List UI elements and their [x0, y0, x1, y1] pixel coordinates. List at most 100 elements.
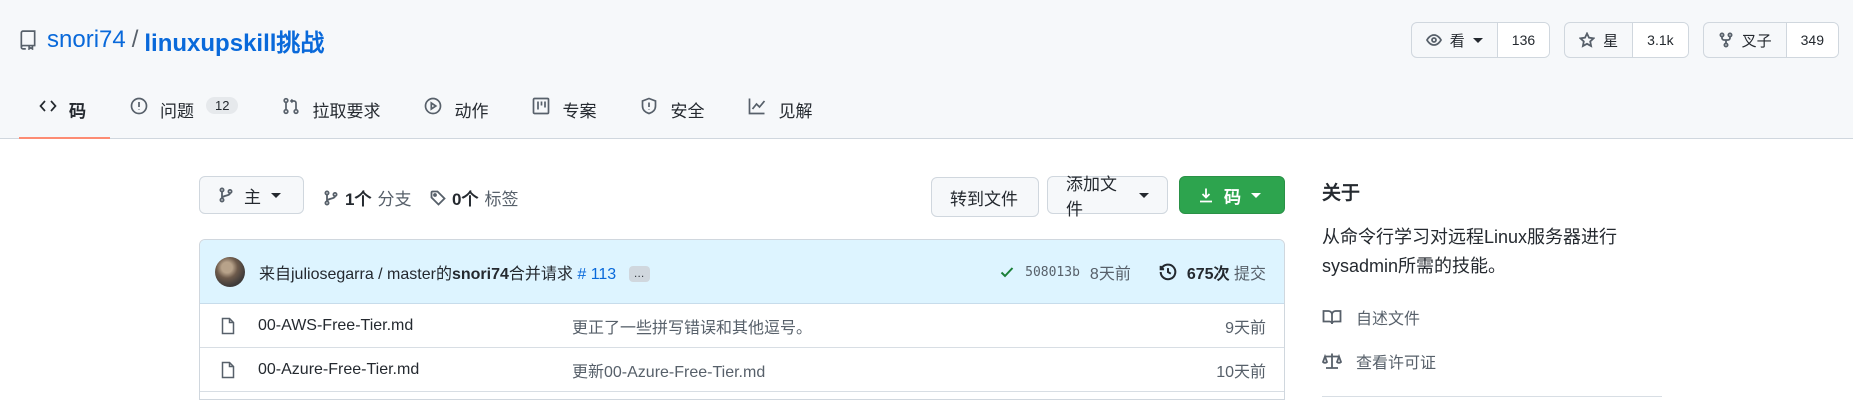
eye-icon — [1425, 34, 1442, 46]
branch-select-button[interactable]: 主 — [199, 176, 304, 214]
commits-count: 675次 — [1186, 266, 1230, 283]
play-icon — [425, 97, 442, 115]
book-icon — [1322, 310, 1342, 325]
tab-label: 安全 — [670, 102, 705, 121]
watch-button-group: 看 136 — [1410, 22, 1551, 58]
fork-button-group: 叉子 349 — [1702, 22, 1839, 58]
commit-author[interactable]: snori74 — [452, 266, 509, 283]
pull-request-icon — [283, 97, 300, 115]
shield-icon — [642, 97, 657, 115]
branches-label: 分支 — [377, 190, 412, 209]
repo-title: snori74 / linuxupskill挑战 — [19, 23, 324, 58]
file-icon — [221, 317, 235, 334]
code-button[interactable]: 码 — [1179, 176, 1285, 214]
license-link[interactable]: 查看许可证 — [1322, 339, 1662, 383]
file-name[interactable]: 00-Azure-Free-Tier.md — [258, 361, 572, 379]
commit-meta: 508013b 8天前 675次 提交 — [999, 240, 1266, 304]
add-file-label: 添加文件 — [1066, 175, 1117, 219]
about-sidebar: 关于 从命令行学习对远程Linux服务器进行sysadmin所需的技能。 自述文… — [1322, 178, 1662, 397]
about-heading: 关于 — [1322, 183, 1361, 204]
branch-icon — [324, 189, 338, 205]
commits-link[interactable]: 675次 提交 — [1187, 260, 1266, 284]
branches-link[interactable]: 1个 分支 — [323, 185, 411, 210]
repo-nav-tabs: 码 问题 12 拉取要求 动作 专案 安全 见解 — [19, 90, 836, 139]
tab-actions[interactable]: 动作 — [404, 90, 512, 139]
download-icon — [1200, 188, 1212, 203]
tab-label: 动作 — [454, 102, 489, 121]
readme-label: 自述文件 — [1356, 311, 1421, 328]
chevron-down-icon — [1139, 192, 1149, 198]
commit-message: 来自juliosegarra / master的snori74合并请求 # 11… — [259, 260, 650, 284]
tab-issues[interactable]: 问题 12 — [110, 90, 262, 139]
watch-label: 看 — [1449, 32, 1465, 50]
chevron-down-icon — [1251, 192, 1261, 198]
chevron-down-icon — [271, 192, 281, 198]
code-button-label: 码 — [1224, 187, 1241, 207]
fork-count[interactable]: 349 — [1786, 23, 1838, 57]
file-toolbar: 主 1个 分支 0个 标签 转到文件 添加文件 码 — [199, 175, 1285, 219]
law-icon — [1322, 353, 1342, 369]
file-icon — [221, 361, 235, 378]
commit-expand-button[interactable]: … — [628, 266, 650, 283]
project-icon — [533, 97, 550, 115]
watch-button[interactable]: 看 — [1412, 23, 1498, 57]
file-commit-time: 9天前 — [1225, 319, 1266, 337]
tab-label: 问题 — [160, 102, 194, 121]
add-file-button[interactable]: 添加文件 — [1047, 175, 1168, 219]
commit-prefix: 来自juliosegarra / master的 — [259, 265, 452, 283]
file-commit-time: 10天前 — [1216, 363, 1266, 381]
repo-icon — [20, 30, 36, 50]
issues-count-badge: 12 — [206, 97, 239, 114]
tags-link[interactable]: 0个 标签 — [430, 185, 518, 210]
tab-pull-requests[interactable]: 拉取要求 — [262, 90, 404, 139]
branches-count: 1个 — [345, 190, 372, 209]
divider — [1322, 396, 1662, 397]
tab-label: 见解 — [778, 102, 813, 121]
tab-code[interactable]: 码 — [19, 90, 110, 139]
star-icon — [1579, 32, 1596, 48]
tab-insights[interactable]: 见解 — [728, 90, 836, 139]
commit-action: 合并请求 — [508, 265, 573, 283]
about-description: 从命令行学习对远程Linux服务器进行sysadmin所需的技能。 — [1322, 227, 1618, 276]
file-commit-message[interactable]: 更新00-Azure-Free-Tier.md — [572, 358, 765, 382]
file-name[interactable]: 00-AWS-Free-Tier.md — [258, 317, 572, 335]
fork-label: 叉子 — [1741, 32, 1772, 50]
commit-sha[interactable]: 508013b — [1025, 265, 1080, 280]
watch-count[interactable]: 136 — [1497, 23, 1550, 57]
tab-projects[interactable]: 专案 — [512, 90, 620, 139]
commits-label: 提交 — [1233, 266, 1266, 283]
tab-label: 专案 — [562, 102, 597, 121]
repo-separator: / — [131, 26, 139, 53]
tab-label: 码 — [69, 102, 86, 121]
star-button[interactable]: 星 — [1565, 23, 1634, 57]
latest-commit-bar: 来自juliosegarra / master的snori74合并请求 # 11… — [200, 240, 1284, 304]
go-to-file-button[interactable]: 转到文件 — [931, 177, 1039, 217]
tags-count: 0个 — [452, 190, 479, 209]
file-row: 00-AWS-Free-Tier.md 更正了一些拼写错误和其他逗号。 9天前 — [200, 304, 1284, 348]
tag-icon — [430, 190, 446, 206]
repo-actions: 看 136 星 3.1k 叉子 349 — [1410, 22, 1839, 58]
readme-link[interactable]: 自述文件 — [1322, 295, 1662, 339]
file-list: 来自juliosegarra / master的snori74合并请求 # 11… — [199, 239, 1285, 400]
chevron-down-icon — [1472, 37, 1483, 43]
commit-time: 8天前 — [1089, 266, 1131, 283]
branch-name: 主 — [244, 187, 261, 207]
fork-icon — [1719, 32, 1733, 48]
license-label: 查看许可证 — [1356, 355, 1437, 372]
issue-icon — [130, 97, 148, 115]
avatar[interactable] — [215, 256, 245, 287]
star-count[interactable]: 3.1k — [1633, 23, 1688, 57]
commit-pr-link[interactable]: # 113 — [577, 266, 616, 283]
repo-name-link[interactable]: linuxupskill挑战 — [144, 23, 324, 58]
branch-icon — [219, 187, 233, 203]
file-row: 00-Azure-Free-Tier.md 更新00-Azure-Free-Ti… — [200, 348, 1284, 392]
tags-label: 标签 — [484, 190, 519, 209]
tab-security[interactable]: 安全 — [620, 90, 728, 139]
code-icon — [39, 100, 57, 112]
repo-owner-link[interactable]: snori74 — [47, 26, 126, 54]
repo-header: snori74 / linuxupskill挑战 看 136 星 3.1k 叉子 — [0, 0, 1853, 139]
graph-icon — [749, 98, 766, 115]
history-icon — [1159, 263, 1177, 281]
file-commit-message[interactable]: 更正了一些拼写错误和其他逗号。 — [572, 314, 812, 338]
fork-button[interactable]: 叉子 — [1704, 23, 1787, 57]
